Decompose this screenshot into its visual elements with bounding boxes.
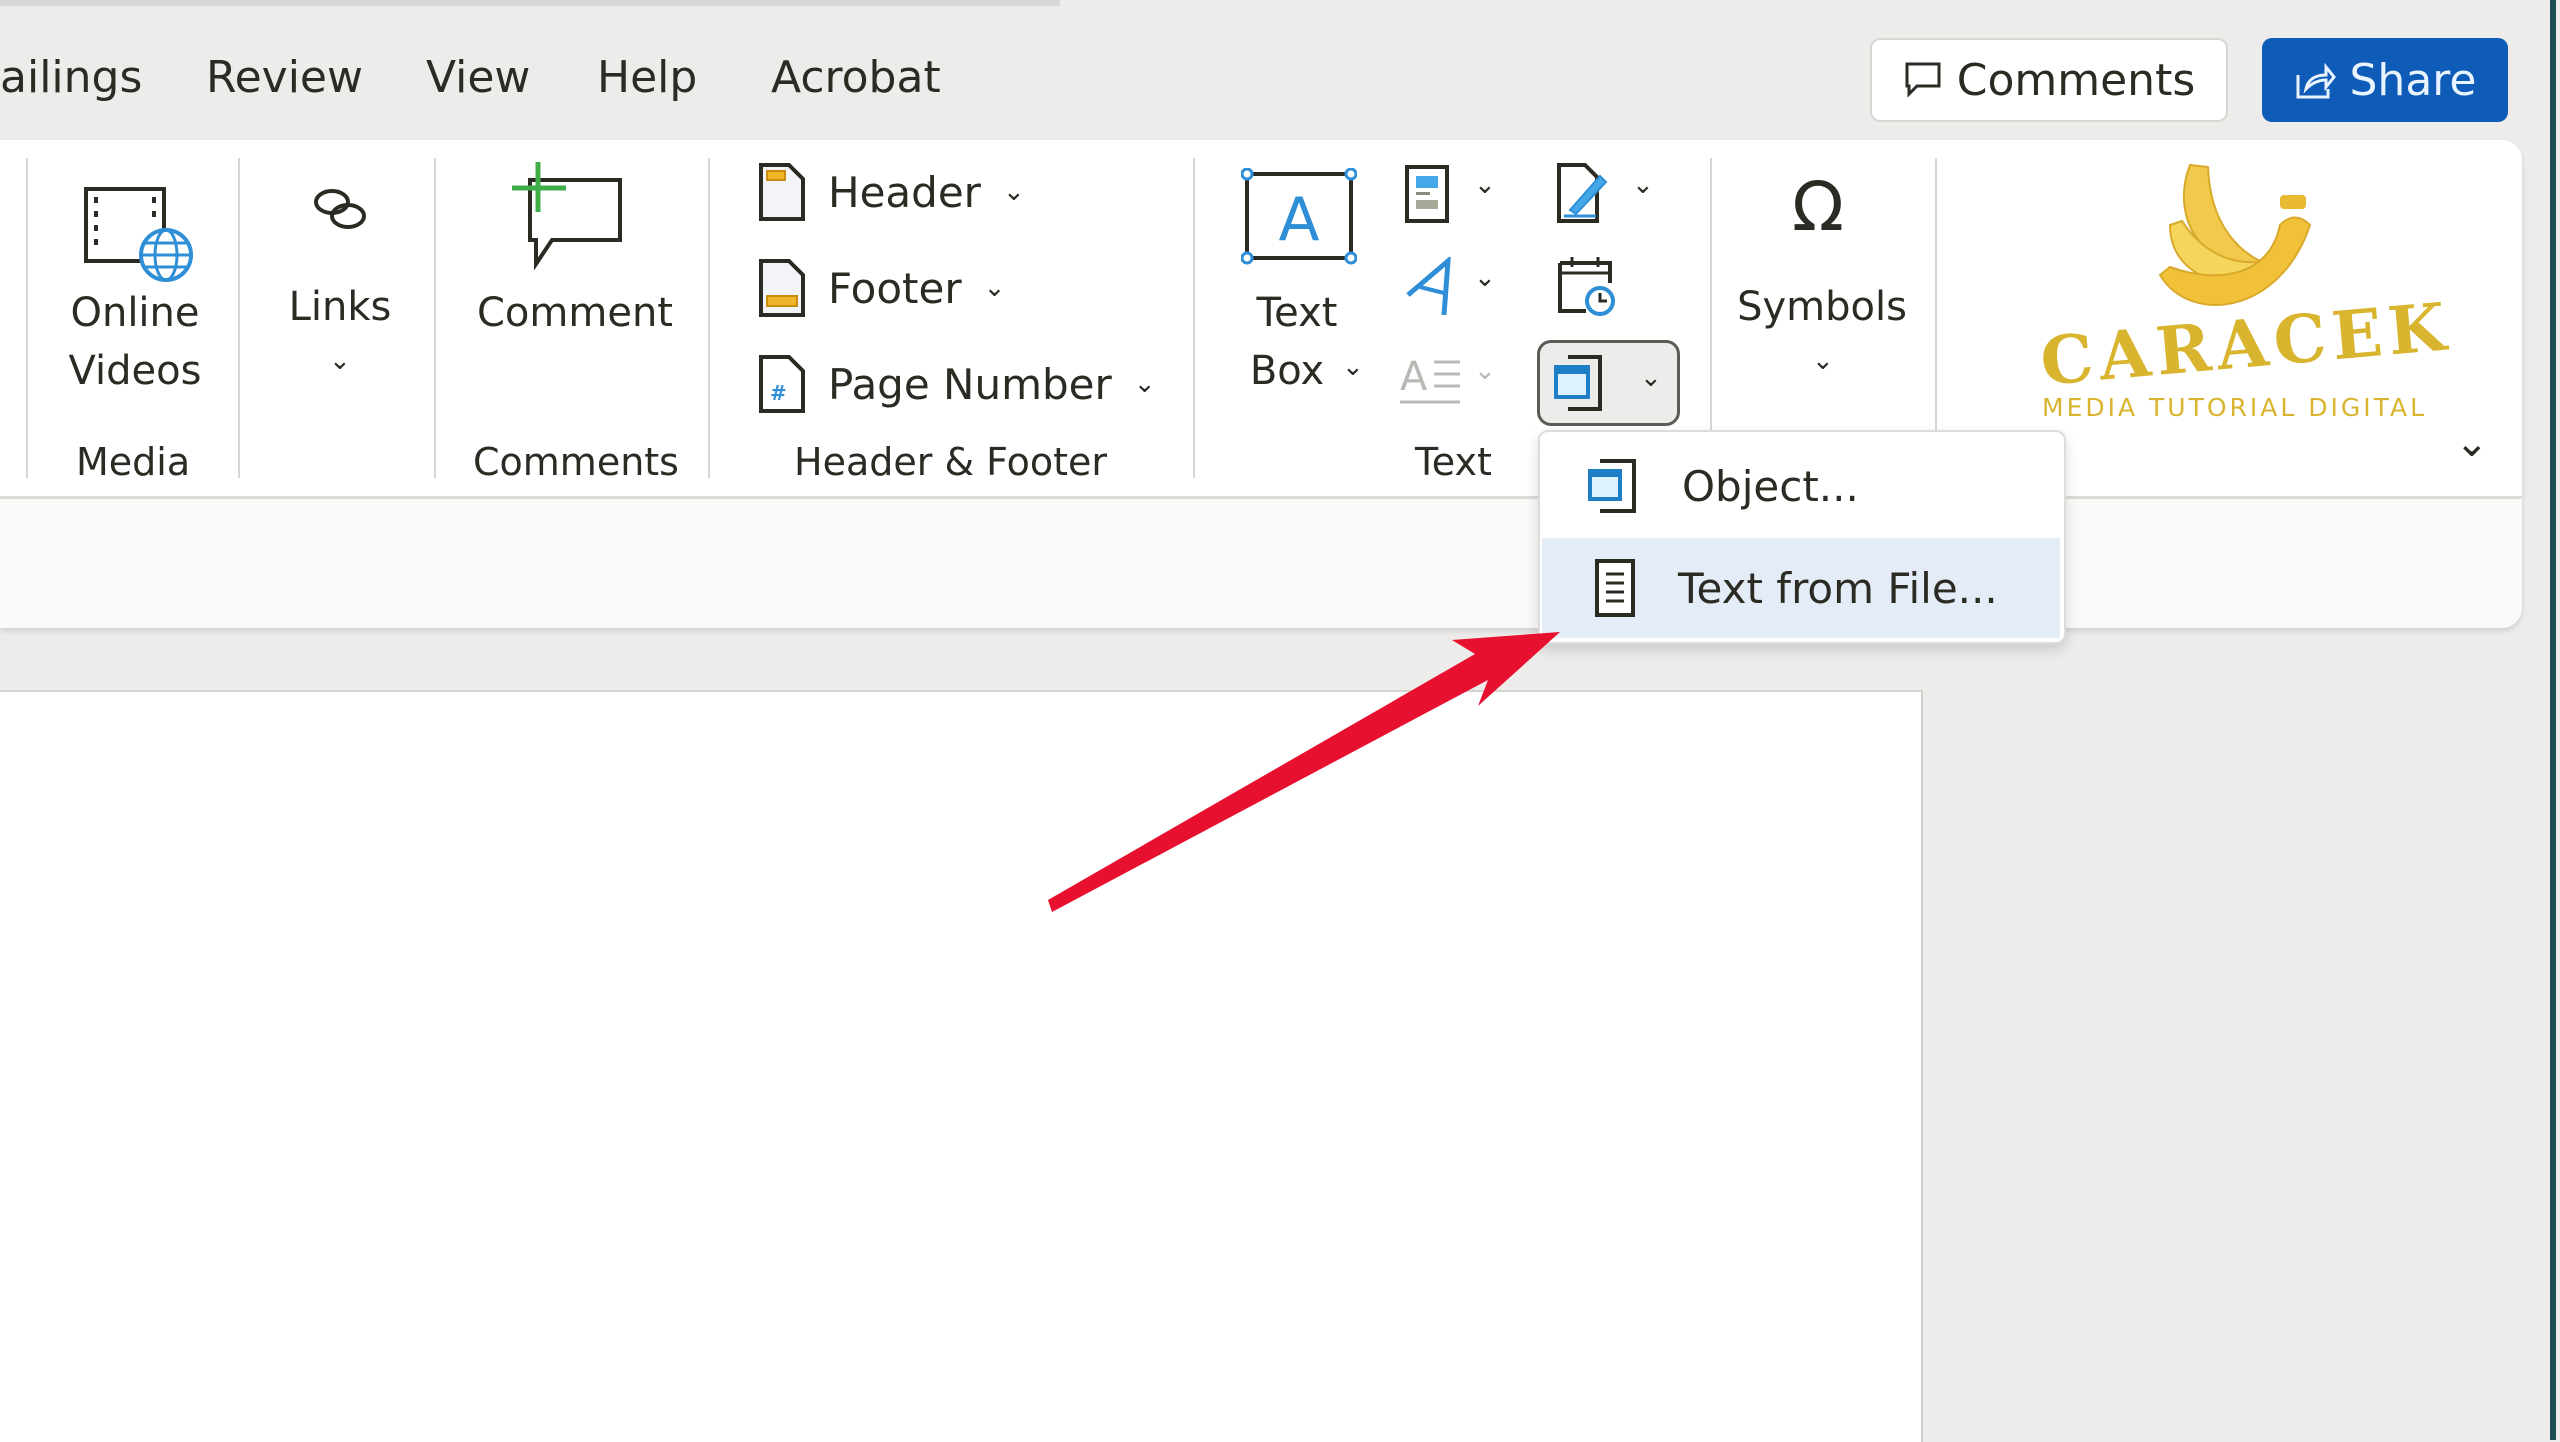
annotation-arrow <box>1048 632 1560 912</box>
window-edge <box>2550 0 2556 1440</box>
red-arrow-icon <box>1048 632 1560 912</box>
